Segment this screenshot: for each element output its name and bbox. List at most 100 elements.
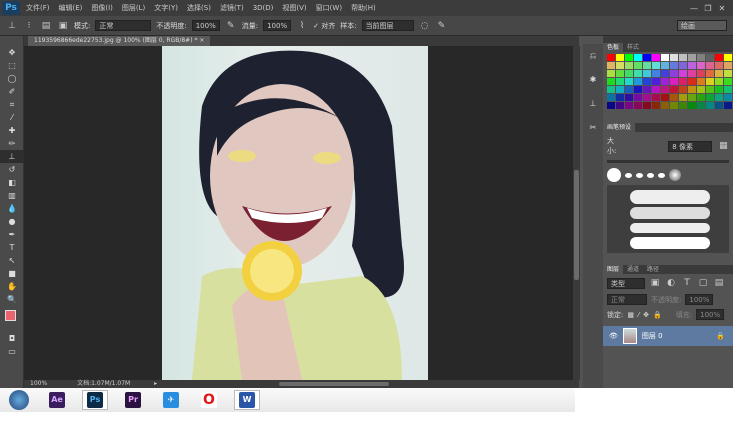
color-swatch[interactable] — [706, 62, 714, 69]
taskbar-app-3[interactable]: ✈ — [158, 390, 184, 410]
brush-tip[interactable] — [607, 168, 621, 182]
clone-stamp-icon[interactable]: ⊥ — [6, 20, 18, 32]
menu-help[interactable]: 帮助(H) — [351, 3, 376, 13]
color-swatch[interactable] — [643, 86, 651, 93]
color-swatch[interactable] — [679, 70, 687, 77]
color-swatch[interactable] — [697, 78, 705, 85]
status-menu-icon[interactable]: ▸ — [154, 380, 157, 387]
menu-select[interactable]: 选择(S) — [187, 3, 211, 13]
hand-tool-icon[interactable]: ✋ — [0, 280, 24, 293]
tab-channels[interactable]: 通道 — [623, 265, 643, 274]
ignore-adjustment-icon[interactable]: ◌ — [419, 20, 431, 32]
color-swatch[interactable] — [688, 94, 696, 101]
color-swatch[interactable] — [625, 70, 633, 77]
color-swatch[interactable] — [652, 94, 660, 101]
color-swatch[interactable] — [634, 54, 642, 61]
color-swatch[interactable] — [607, 62, 615, 69]
align-checkbox[interactable]: ✓ 对齐 — [313, 21, 335, 31]
close-button[interactable]: ✕ — [715, 4, 729, 13]
color-swatch[interactable] — [607, 70, 615, 77]
color-swatch[interactable] — [643, 70, 651, 77]
type-tool-icon[interactable]: T — [0, 241, 24, 254]
lock-paint-icon[interactable]: ⁄ — [638, 311, 639, 319]
color-swatch[interactable] — [715, 86, 723, 93]
tab-brush-presets[interactable]: 画笔预设 — [603, 123, 636, 132]
color-swatch[interactable] — [643, 54, 651, 61]
color-swatch[interactable] — [715, 78, 723, 85]
tab-styles[interactable]: 样式 — [623, 43, 643, 52]
filter-smart-icon[interactable]: ▤ — [713, 277, 725, 289]
color-swatch[interactable] — [616, 62, 624, 69]
brush-preset-icon[interactable]: ⁝ — [23, 20, 35, 32]
color-swatch[interactable] — [661, 78, 669, 85]
color-swatch[interactable] — [679, 94, 687, 101]
taskbar-app-1[interactable]: Ps — [82, 390, 108, 410]
brush-tip[interactable] — [625, 172, 632, 178]
color-swatch[interactable] — [634, 78, 642, 85]
flow-input[interactable]: 100% — [263, 20, 292, 31]
foreground-color[interactable] — [5, 310, 16, 321]
color-swatch[interactable] — [652, 86, 660, 93]
brush-folder-icon[interactable]: ▦ — [718, 140, 729, 152]
brush-tip[interactable] — [669, 169, 681, 181]
filter-adjustment-icon[interactable]: ◐ — [665, 277, 677, 289]
quick-mask-icon[interactable]: ◘ — [0, 332, 24, 345]
color-swatch[interactable] — [643, 94, 651, 101]
tab-layers[interactable]: 图层 — [603, 265, 624, 274]
color-swatch[interactable] — [724, 62, 732, 69]
color-swatch[interactable] — [652, 62, 660, 69]
color-swatch[interactable] — [688, 54, 696, 61]
color-swatch[interactable] — [715, 94, 723, 101]
color-swatch[interactable] — [697, 102, 705, 109]
color-swatch[interactable] — [643, 78, 651, 85]
color-swatch[interactable] — [706, 94, 714, 101]
taskbar-app-4[interactable]: O — [196, 390, 222, 410]
color-swatch[interactable] — [724, 94, 732, 101]
color-swatch[interactable] — [634, 102, 642, 109]
color-swatch[interactable] — [688, 70, 696, 77]
color-swatch[interactable] — [679, 86, 687, 93]
color-swatch[interactable] — [616, 102, 624, 109]
filter-shape-icon[interactable]: ▢ — [697, 277, 709, 289]
color-swatch[interactable] — [670, 94, 678, 101]
shape-tool-icon[interactable]: ■ — [0, 267, 24, 280]
color-swatch[interactable] — [652, 70, 660, 77]
color-swatch[interactable] — [679, 78, 687, 85]
taskbar-app-0[interactable]: Ae — [44, 390, 70, 410]
color-swatch[interactable] — [634, 62, 642, 69]
color-swatch[interactable] — [715, 62, 723, 69]
color-swatch[interactable] — [688, 78, 696, 85]
document-image[interactable] — [162, 46, 428, 380]
lock-pixels-icon[interactable]: ▦ — [627, 311, 634, 319]
color-swatch[interactable] — [616, 54, 624, 61]
eraser-tool-icon[interactable]: ◧ — [0, 176, 24, 189]
color-swatch[interactable] — [715, 54, 723, 61]
color-swatch[interactable] — [607, 102, 615, 109]
fill-input[interactable]: 100% — [696, 309, 725, 320]
color-swatch[interactable] — [724, 70, 732, 77]
clone-stamp-tool-icon[interactable]: ⊥ — [0, 150, 24, 163]
menu-type[interactable]: 文字(Y) — [154, 3, 178, 13]
color-swatch[interactable] — [652, 78, 660, 85]
color-swatch[interactable] — [625, 54, 633, 61]
color-swatch[interactable] — [706, 86, 714, 93]
dodge-tool-icon[interactable]: ● — [0, 215, 24, 228]
zoom-tool-icon[interactable]: 🔍 — [0, 293, 24, 306]
tab-swatches[interactable]: 色板 — [603, 43, 624, 52]
color-swatch[interactable] — [661, 102, 669, 109]
sample-select[interactable]: 当前图层 — [361, 20, 414, 31]
marquee-tool-icon[interactable]: ⬚ — [0, 59, 24, 72]
history-brush-tool-icon[interactable]: ↺ — [0, 163, 24, 176]
color-swatch[interactable] — [616, 94, 624, 101]
brush-panel-icon[interactable]: ✱ — [583, 68, 603, 92]
close-tab-icon[interactable]: × — [199, 37, 204, 44]
color-swatch[interactable] — [634, 70, 642, 77]
color-swatch[interactable] — [679, 62, 687, 69]
brush-tip[interactable] — [636, 172, 643, 178]
document-tab[interactable]: 1193596866ede22753.jpg @ 100% (图层 0, RGB… — [28, 36, 211, 46]
blend-mode-select[interactable]: 正常 — [607, 294, 647, 305]
color-swatch[interactable] — [625, 94, 633, 101]
color-swatch[interactable] — [715, 102, 723, 109]
vertical-scroll-thumb[interactable] — [574, 170, 579, 280]
pen-tool-icon[interactable]: ✒ — [0, 228, 24, 241]
